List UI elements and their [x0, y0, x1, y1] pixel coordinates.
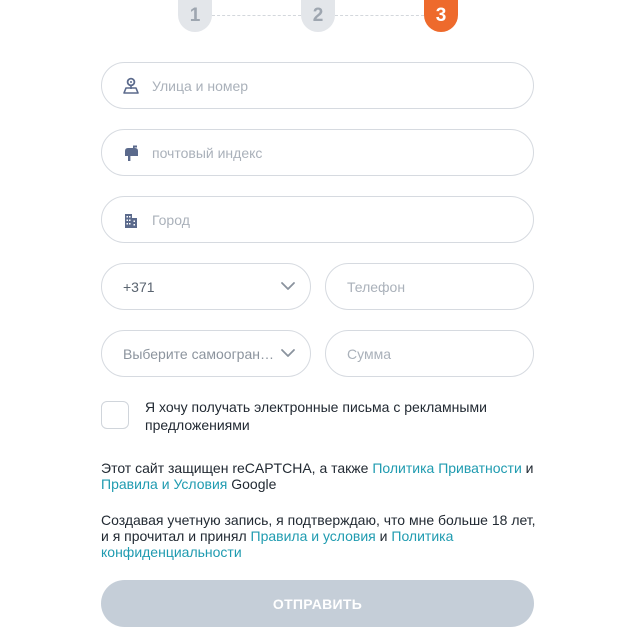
amount-input[interactable]: Сумма [325, 330, 534, 377]
terms-link[interactable]: Правила и Условия [101, 476, 227, 492]
city-field[interactable]: Город [101, 196, 534, 243]
marketing-checkbox[interactable] [101, 401, 129, 429]
postal-code-field[interactable]: почтовый индекс [101, 129, 534, 176]
step-3: 3 [424, 0, 458, 32]
amount-placeholder: Сумма [347, 345, 391, 362]
age-consent-notice: Создавая учетную запись, я подтверждаю, … [101, 512, 541, 560]
buildings-icon [125, 214, 137, 228]
step-1[interactable]: 1 [178, 0, 212, 32]
chevron-down-icon [281, 282, 295, 290]
step-connector [335, 15, 424, 16]
recaptcha-text: Этот сайт защищен reCAPTCHA, а также [101, 460, 373, 476]
step-2[interactable]: 2 [301, 0, 335, 32]
street-field[interactable]: Улица и номер [101, 62, 534, 109]
mailbox-icon [125, 145, 138, 161]
recaptcha-notice: Этот сайт защищен reCAPTCHA, а также Пол… [101, 460, 541, 492]
recaptcha-google: Google [227, 476, 277, 492]
chevron-down-icon [281, 349, 295, 357]
consent-and: и [375, 528, 392, 544]
phone-placeholder: Телефон [347, 278, 406, 295]
consent-terms-link[interactable]: Правила и условия [251, 528, 376, 544]
privacy-policy-link[interactable]: Политика Приватности [372, 460, 521, 476]
postal-code-placeholder: почтовый индекс [152, 144, 263, 161]
submit-button[interactable]: ОТПРАВИТЬ [101, 580, 534, 627]
marketing-checkbox-label[interactable]: Я хочу получать электронные письма с рек… [145, 398, 545, 434]
map-pin-icon [123, 77, 139, 94]
phone-input[interactable]: Телефон [325, 263, 534, 310]
city-placeholder: Город [152, 211, 190, 228]
street-placeholder: Улица и номер [152, 77, 249, 94]
self-exclusion-placeholder: Выберите самоограничение [123, 345, 281, 362]
registration-stepper: 1 2 3 [178, 0, 458, 34]
step-connector [212, 15, 301, 16]
recaptcha-and: и [521, 460, 534, 476]
self-exclusion-select[interactable]: Выберите самоограничение [101, 330, 311, 377]
country-code-select[interactable]: +371 [101, 263, 311, 310]
country-code-value: +371 [123, 278, 155, 295]
